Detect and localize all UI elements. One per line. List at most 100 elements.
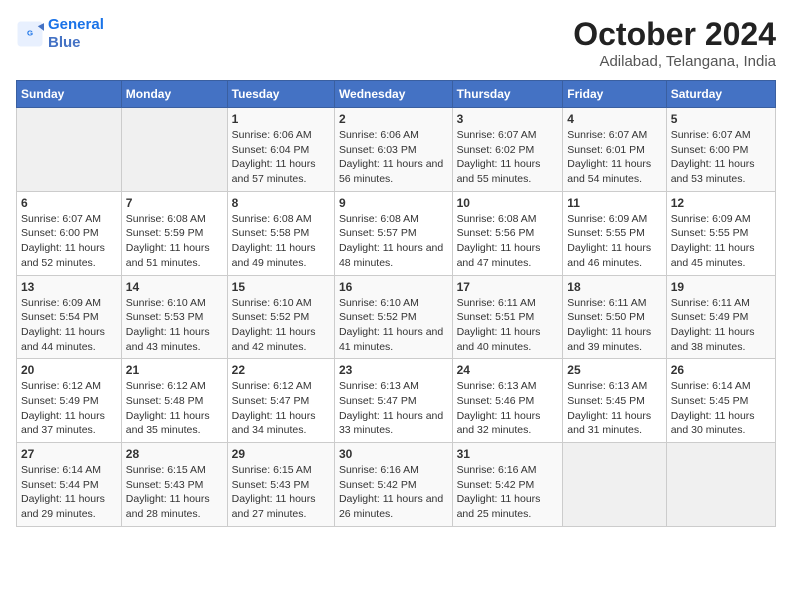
- day-cell: 26Sunrise: 6:14 AMSunset: 5:45 PMDayligh…: [666, 359, 775, 443]
- day-number: 16: [339, 280, 448, 294]
- day-cell: 3 Sunrise: 6:07 AMSunset: 6:02 PMDaylight…: [452, 108, 563, 192]
- day-cell: 9 Sunrise: 6:08 AMSunset: 5:57 PMDaylight…: [334, 191, 452, 275]
- header-cell-thursday: Thursday: [452, 81, 563, 108]
- day-info: Sunrise: 6:15 AMSunset: 5:43 PMDaylight:…: [126, 463, 223, 522]
- day-info: Sunrise: 6:08 AMSunset: 5:57 PMDaylight:…: [339, 212, 448, 271]
- day-info: Sunrise: 6:07 AMSunset: 6:02 PMDaylight:…: [457, 128, 559, 187]
- day-number: 2: [339, 112, 448, 126]
- day-cell: 1 Sunrise: 6:06 AMSunset: 6:04 PMDaylight…: [227, 108, 334, 192]
- day-info: Sunrise: 6:08 AMSunset: 5:58 PMDaylight:…: [232, 212, 330, 271]
- day-cell: 18Sunrise: 6:11 AMSunset: 5:50 PMDayligh…: [563, 275, 666, 359]
- day-cell: 21Sunrise: 6:12 AMSunset: 5:48 PMDayligh…: [121, 359, 227, 443]
- day-info: Sunrise: 6:07 AMSunset: 6:01 PMDaylight:…: [567, 128, 661, 187]
- day-number: 28: [126, 447, 223, 461]
- day-number: 21: [126, 363, 223, 377]
- header-row: SundayMondayTuesdayWednesdayThursdayFrid…: [17, 81, 776, 108]
- day-cell: [17, 108, 122, 192]
- day-number: 10: [457, 196, 559, 210]
- day-cell: 23Sunrise: 6:13 AMSunset: 5:47 PMDayligh…: [334, 359, 452, 443]
- day-cell: 12Sunrise: 6:09 AMSunset: 5:55 PMDayligh…: [666, 191, 775, 275]
- header-cell-monday: Monday: [121, 81, 227, 108]
- day-number: 24: [457, 363, 559, 377]
- day-info: Sunrise: 6:16 AMSunset: 5:42 PMDaylight:…: [457, 463, 559, 522]
- title-area: October 2024 Adilabad, Telangana, India: [573, 16, 776, 70]
- day-number: 13: [21, 280, 117, 294]
- day-number: 5: [671, 112, 771, 126]
- day-cell: 2Sunrise: 6:06 AMSunset: 6:03 PMDaylight…: [334, 108, 452, 192]
- day-cell: 6 Sunrise: 6:07 AMSunset: 6:00 PMDaylight…: [17, 191, 122, 275]
- day-number: 7: [126, 196, 223, 210]
- day-number: 1: [232, 112, 330, 126]
- day-number: 31: [457, 447, 559, 461]
- week-row-5: 27 Sunrise: 6:14 AMSunset: 5:44 PMDayligh…: [17, 443, 776, 527]
- day-number: 30: [339, 447, 448, 461]
- main-title: October 2024: [573, 16, 776, 53]
- day-number: 19: [671, 280, 771, 294]
- day-number: 15: [232, 280, 330, 294]
- calendar-table: SundayMondayTuesdayWednesdayThursdayFrid…: [16, 80, 776, 527]
- day-cell: 10Sunrise: 6:08 AMSunset: 5:56 PMDayligh…: [452, 191, 563, 275]
- svg-text:G: G: [27, 29, 33, 38]
- day-info: Sunrise: 6:07 AMSunset: 6:00 PMDaylight:…: [21, 212, 117, 271]
- day-cell: [666, 443, 775, 527]
- header-cell-friday: Friday: [563, 81, 666, 108]
- day-cell: 29 Sunrise: 6:15 AMSunset: 5:43 PMDayligh…: [227, 443, 334, 527]
- week-row-3: 13 Sunrise: 6:09 AMSunset: 5:54 PMDayligh…: [17, 275, 776, 359]
- day-cell: 7 Sunrise: 6:08 AMSunset: 5:59 PMDaylight…: [121, 191, 227, 275]
- day-info: Sunrise: 6:07 AMSunset: 6:00 PMDaylight:…: [671, 128, 771, 187]
- day-cell: 30Sunrise: 6:16 AMSunset: 5:42 PMDayligh…: [334, 443, 452, 527]
- day-number: 25: [567, 363, 661, 377]
- day-info: Sunrise: 6:11 AMSunset: 5:51 PMDaylight:…: [457, 296, 559, 355]
- week-row-1: 1 Sunrise: 6:06 AMSunset: 6:04 PMDaylight…: [17, 108, 776, 192]
- calendar-body: 1 Sunrise: 6:06 AMSunset: 6:04 PMDaylight…: [17, 108, 776, 527]
- logo-line1: General: [48, 16, 104, 33]
- day-number: 27: [21, 447, 117, 461]
- logo-line2: Blue: [48, 34, 81, 51]
- day-number: 26: [671, 363, 771, 377]
- day-cell: 19 Sunrise: 6:11 AMSunset: 5:49 PMDayligh…: [666, 275, 775, 359]
- logo: G General Blue: [16, 16, 104, 52]
- day-info: Sunrise: 6:14 AMSunset: 5:44 PMDaylight:…: [21, 463, 117, 522]
- day-cell: 25 Sunrise: 6:13 AMSunset: 5:45 PMDayligh…: [563, 359, 666, 443]
- day-cell: [121, 108, 227, 192]
- header-cell-tuesday: Tuesday: [227, 81, 334, 108]
- day-cell: 16 Sunrise: 6:10 AMSunset: 5:52 PMDayligh…: [334, 275, 452, 359]
- day-number: 8: [232, 196, 330, 210]
- day-info: Sunrise: 6:10 AMSunset: 5:52 PMDaylight:…: [339, 296, 448, 355]
- day-info: Sunrise: 6:15 AMSunset: 5:43 PMDaylight:…: [232, 463, 330, 522]
- day-cell: 4 Sunrise: 6:07 AMSunset: 6:01 PMDaylight…: [563, 108, 666, 192]
- day-number: 4: [567, 112, 661, 126]
- subtitle: Adilabad, Telangana, India: [573, 53, 776, 70]
- day-info: Sunrise: 6:10 AMSunset: 5:53 PMDaylight:…: [126, 296, 223, 355]
- day-cell: 24 Sunrise: 6:13 AMSunset: 5:46 PMDayligh…: [452, 359, 563, 443]
- day-number: 6: [21, 196, 117, 210]
- day-info: Sunrise: 6:13 AMSunset: 5:45 PMDaylight:…: [567, 379, 661, 438]
- day-cell: 20Sunrise: 6:12 AMSunset: 5:49 PMDayligh…: [17, 359, 122, 443]
- day-number: 17: [457, 280, 559, 294]
- day-info: Sunrise: 6:11 AMSunset: 5:50 PMDaylight:…: [567, 296, 661, 355]
- day-cell: 8 Sunrise: 6:08 AMSunset: 5:58 PMDaylight…: [227, 191, 334, 275]
- day-info: Sunrise: 6:09 AMSunset: 5:55 PMDaylight:…: [567, 212, 661, 271]
- week-row-4: 20Sunrise: 6:12 AMSunset: 5:49 PMDayligh…: [17, 359, 776, 443]
- week-row-2: 6 Sunrise: 6:07 AMSunset: 6:00 PMDaylight…: [17, 191, 776, 275]
- day-cell: 27 Sunrise: 6:14 AMSunset: 5:44 PMDayligh…: [17, 443, 122, 527]
- day-number: 9: [339, 196, 448, 210]
- day-info: Sunrise: 6:08 AMSunset: 5:59 PMDaylight:…: [126, 212, 223, 271]
- day-number: 20: [21, 363, 117, 377]
- day-info: Sunrise: 6:13 AMSunset: 5:46 PMDaylight:…: [457, 379, 559, 438]
- day-cell: 28 Sunrise: 6:15 AMSunset: 5:43 PMDayligh…: [121, 443, 227, 527]
- day-number: 3: [457, 112, 559, 126]
- day-info: Sunrise: 6:06 AMSunset: 6:04 PMDaylight:…: [232, 128, 330, 187]
- day-number: 14: [126, 280, 223, 294]
- day-cell: 22Sunrise: 6:12 AMSunset: 5:47 PMDayligh…: [227, 359, 334, 443]
- day-cell: 15Sunrise: 6:10 AMSunset: 5:52 PMDayligh…: [227, 275, 334, 359]
- day-cell: [563, 443, 666, 527]
- header-cell-sunday: Sunday: [17, 81, 122, 108]
- header: G General Blue October 2024 Adilabad, Te…: [16, 16, 776, 70]
- day-number: 29: [232, 447, 330, 461]
- day-cell: 11Sunrise: 6:09 AMSunset: 5:55 PMDayligh…: [563, 191, 666, 275]
- day-number: 22: [232, 363, 330, 377]
- day-info: Sunrise: 6:09 AMSunset: 5:54 PMDaylight:…: [21, 296, 117, 355]
- day-info: Sunrise: 6:09 AMSunset: 5:55 PMDaylight:…: [671, 212, 771, 271]
- day-info: Sunrise: 6:11 AMSunset: 5:49 PMDaylight:…: [671, 296, 771, 355]
